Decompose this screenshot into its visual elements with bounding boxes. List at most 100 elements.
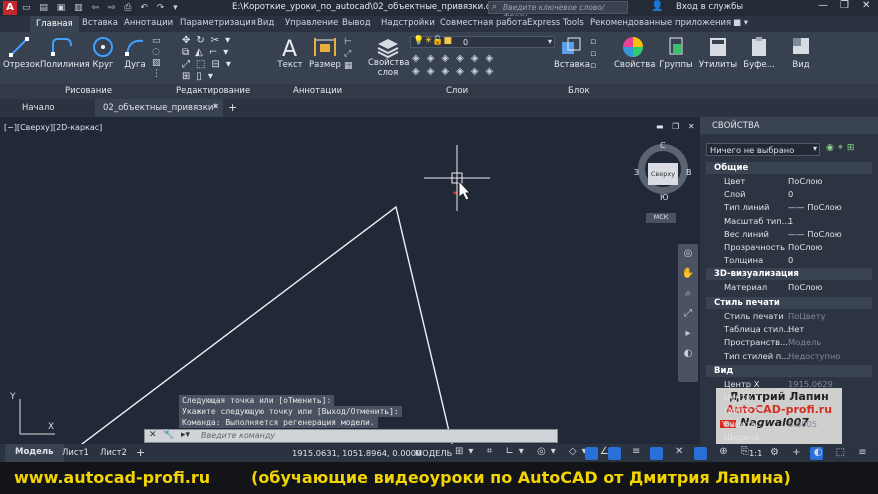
- draw-small-tools[interactable]: ▭ ◌ ▨ ⋮: [152, 36, 168, 80]
- command-input[interactable]: Введите команду: [201, 431, 275, 440]
- prop-value[interactable]: 0: [788, 189, 793, 199]
- layer-value: 0: [463, 38, 469, 47]
- search-field[interactable]: ⌕ Введите ключевое слово/фразу: [488, 1, 628, 21]
- model-space-toggle[interactable]: МОДЕЛЬ: [415, 448, 452, 458]
- restore-button[interactable]: ❐: [840, 0, 849, 11]
- line-button[interactable]: Отрезок: [3, 60, 40, 70]
- panel-modify[interactable]: Редактирование: [176, 86, 250, 96]
- insert-button[interactable]: Вставка: [554, 60, 590, 70]
- panel-block[interactable]: Блок: [568, 86, 590, 96]
- coordinates-readout[interactable]: 1915.0631, 1051.8964, 0.0000: [292, 448, 421, 458]
- chevron-down-icon: ▾: [812, 144, 817, 153]
- tab-parametric[interactable]: Параметризация: [180, 18, 256, 28]
- command-line[interactable]: ✕ 🔧 ▸▾ Введите команду: [144, 429, 558, 443]
- tab-addins[interactable]: Надстройки: [381, 18, 435, 28]
- navigation-bar[interactable]: ◎ ✋ ⌕ ⤢ ▸ ◐: [678, 244, 698, 382]
- autocad-logo[interactable]: A: [3, 1, 17, 15]
- view-icon: [793, 38, 809, 54]
- wcs-dropdown[interactable]: МСК: [646, 213, 676, 223]
- close-button[interactable]: ✕: [862, 0, 870, 11]
- circle-button[interactable]: Круг: [88, 60, 118, 70]
- polar-toggle-on[interactable]: [650, 447, 663, 460]
- section-view[interactable]: Вид: [706, 365, 872, 377]
- tab-start[interactable]: Начало: [22, 103, 54, 113]
- clipboard-button[interactable]: Буфе...: [742, 60, 776, 70]
- tab-express-tools[interactable]: Express Tools: [527, 18, 584, 28]
- section-print-style[interactable]: Стиль печати: [706, 297, 872, 309]
- tab-insert[interactable]: Вставка: [82, 18, 118, 28]
- groups-icon: [669, 37, 683, 55]
- prop-value[interactable]: ПоСлою: [788, 242, 822, 252]
- ortho-toggle-on[interactable]: [608, 447, 621, 460]
- prop-value[interactable]: 1: [788, 216, 793, 226]
- layout-tab-model[interactable]: Модель: [5, 444, 64, 462]
- prop-value[interactable]: ПоСлою: [788, 176, 822, 186]
- tab-view[interactable]: Вид: [257, 18, 274, 28]
- osnap-toggle-on[interactable]: [694, 447, 707, 460]
- user-icon[interactable]: 👤: [651, 1, 663, 12]
- ribbon-options-icon[interactable]: ■ ▾: [733, 18, 748, 28]
- text-button[interactable]: Текст: [276, 60, 304, 70]
- tab-drawing[interactable]: 02_объектные_привязки* ✕: [95, 99, 223, 117]
- selection-value: Ничего не выбрано: [710, 145, 795, 155]
- tab-manage[interactable]: Управление: [285, 18, 338, 28]
- prop-value[interactable]: Нет: [788, 324, 804, 334]
- prop-value[interactable]: 0: [788, 255, 793, 265]
- groups-button[interactable]: Группы: [657, 60, 695, 70]
- minimize-button[interactable]: —: [818, 0, 828, 11]
- layer-tools[interactable]: ◈◈◈◈◈◈ ◈◈◈◈◈◈: [412, 52, 542, 82]
- command-wrench-icon[interactable]: 🔧: [163, 430, 174, 440]
- prop-label: Материал: [724, 282, 768, 292]
- tab-collaborate[interactable]: Совместная работа: [440, 18, 527, 28]
- viewcube-top-face[interactable]: Сверху: [648, 163, 678, 185]
- layer-properties-button[interactable]: Свойства слоя: [368, 58, 410, 78]
- panel-layers[interactable]: Слои: [446, 86, 468, 96]
- prop-label: Слой: [724, 189, 746, 200]
- prop-value[interactable]: —— ПоСлою: [788, 202, 842, 212]
- section-3d-viz[interactable]: 3D-визуализация: [706, 268, 872, 280]
- arc-button[interactable]: Дуга: [120, 60, 150, 70]
- close-tab-icon[interactable]: ✕: [212, 102, 219, 111]
- layout-tab-sheet2[interactable]: Лист2: [100, 448, 127, 458]
- prop-label: Ширина: [724, 431, 760, 442]
- layer-dropdown[interactable]: 💡☀🔓■ 0 ▾: [410, 36, 555, 48]
- panel-draw[interactable]: Рисование: [65, 86, 112, 96]
- tab-annotate[interactable]: Аннотации: [124, 18, 173, 28]
- section-general[interactable]: Общие: [706, 162, 872, 174]
- login-link[interactable]: Вход в службы: [676, 2, 743, 12]
- prop-value[interactable]: Модель: [788, 337, 821, 347]
- tab-featured-apps[interactable]: Рекомендованные приложения: [590, 18, 731, 28]
- prop-value[interactable]: Недоступно: [788, 351, 840, 361]
- polyline-button[interactable]: Полилиния: [40, 60, 90, 70]
- layout-tab-sheet1[interactable]: Лист1: [62, 448, 89, 458]
- prop-value[interactable]: ПоЦвету: [788, 311, 826, 321]
- palette-titlebar[interactable]: СВОЙСТВА: [700, 117, 878, 134]
- new-tab-icon[interactable]: +: [228, 101, 237, 114]
- properties-palette: СВОЙСТВА Ничего не выбрано ▾ ◉⌖⊞ Общие 3…: [700, 117, 878, 444]
- tab-output[interactable]: Вывод: [342, 18, 371, 28]
- dimension-button[interactable]: Размер: [308, 60, 342, 70]
- selection-dropdown[interactable]: Ничего не выбрано ▾: [706, 143, 820, 156]
- add-layout-icon[interactable]: +: [136, 446, 145, 459]
- properties-button[interactable]: Свойства: [614, 60, 656, 70]
- command-close-icon[interactable]: ✕: [149, 430, 157, 440]
- compass-south: Ю: [660, 193, 669, 202]
- view-button[interactable]: Вид: [786, 60, 816, 70]
- status-right-icons[interactable]: ⚙ + ◐ ⬚ ≡: [770, 447, 878, 461]
- annotation-small-tools[interactable]: ⊢ ⤢ ▦: [344, 36, 360, 80]
- modify-tools[interactable]: ✥↻✂▾ ⧉◭⌐▾ ⤢⬚⊟▾ ⊞▯▾: [182, 35, 272, 83]
- snap-toggle-on[interactable]: [585, 447, 598, 460]
- prop-value[interactable]: —— ПоСлою: [788, 229, 842, 239]
- layer-state-icons: 💡☀🔓■: [413, 36, 452, 46]
- block-small-tools[interactable]: ▫ ▫ ▫: [590, 36, 604, 76]
- tab-home[interactable]: Главная: [30, 16, 79, 32]
- prop-value[interactable]: ПоСлою: [788, 282, 822, 292]
- quick-select-icons[interactable]: ◉⌖⊞: [826, 143, 858, 153]
- utilities-button[interactable]: Утилиты: [698, 60, 738, 70]
- prop-value[interactable]: 0.0005: [788, 419, 817, 429]
- panel-annotation[interactable]: Аннотации: [293, 86, 342, 96]
- command-history-3: Команда: Выполняется регенерация модели.: [179, 417, 378, 428]
- prop-value[interactable]: 1915.0629: [788, 379, 833, 389]
- drawing-canvas[interactable]: [−][Сверху][2D-каркас] ▬ ❐ ✕ Y X Сверху …: [0, 117, 700, 444]
- compass-east: В: [686, 168, 692, 177]
